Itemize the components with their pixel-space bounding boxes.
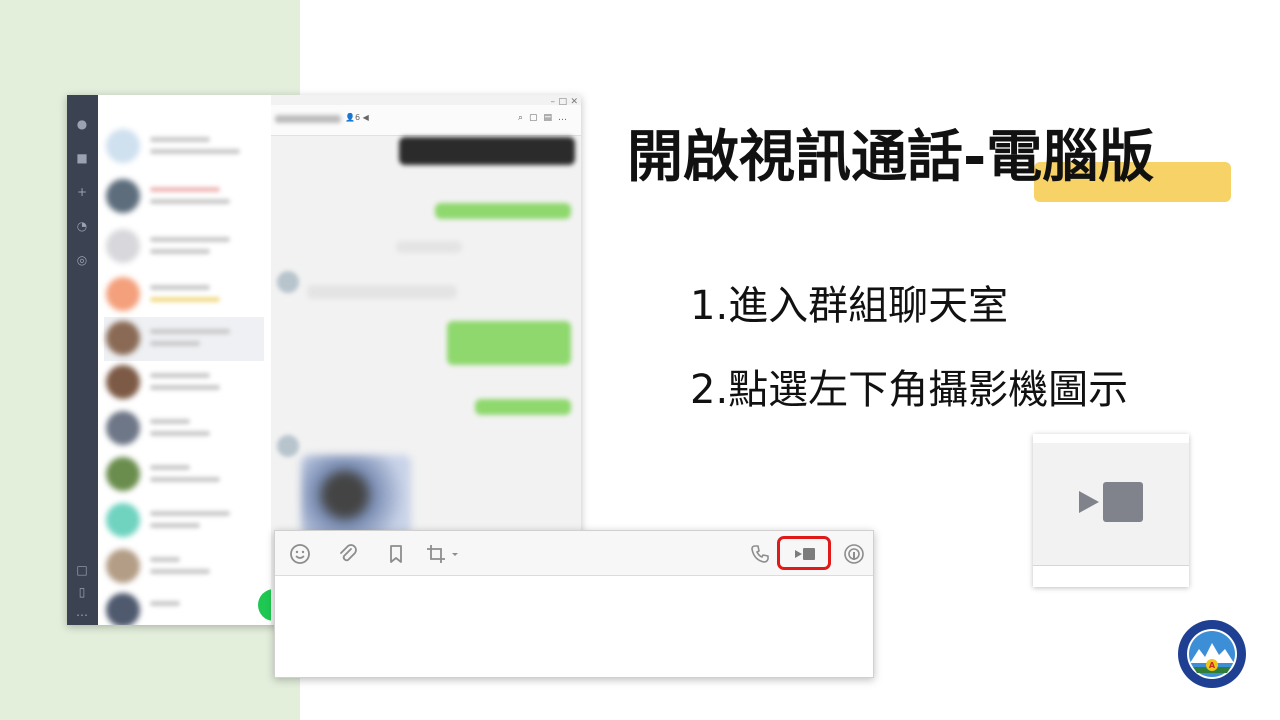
emoji-icon[interactable] <box>289 543 311 565</box>
group-name <box>275 115 341 123</box>
video-icon-zoom <box>1033 434 1189 587</box>
friends-icon[interactable]: ● <box>75 117 89 131</box>
list-item[interactable] <box>104 225 264 269</box>
timeline-icon[interactable]: ◔ <box>75 219 89 233</box>
message-bubble <box>396 241 462 253</box>
title-main: 開啟視訊通話- <box>627 125 987 190</box>
nav-rail: ● ■ + ◔ ◎ □ ▯ … <box>67 95 98 625</box>
header-tools[interactable]: ⌕▢▤… <box>518 113 573 123</box>
message-input-area <box>274 530 874 678</box>
member-count[interactable]: 👤6 ◀ <box>345 113 369 122</box>
list-item[interactable] <box>104 273 264 317</box>
list-item[interactable] <box>104 499 264 543</box>
globe-icon[interactable]: ◎ <box>75 253 89 267</box>
list-item[interactable] <box>104 125 264 169</box>
list-item[interactable] <box>104 453 264 497</box>
slide-title: 開啟視訊通話-電腦版 <box>627 130 1154 186</box>
input-toolbar <box>275 531 873 576</box>
bookmark-icon[interactable] <box>385 543 407 565</box>
chats-icon[interactable]: ■ <box>75 151 89 165</box>
title-highlight-text: 電腦版 <box>986 125 1155 190</box>
list-item[interactable] <box>104 589 264 625</box>
avatar <box>277 271 299 293</box>
list-item[interactable] <box>104 317 264 361</box>
message-bubble <box>447 321 571 365</box>
message-bubble <box>435 203 571 219</box>
list-item[interactable] <box>104 175 264 219</box>
message-bubble <box>399 137 575 165</box>
svg-text:A: A <box>1209 661 1216 670</box>
message-bubble <box>307 285 457 299</box>
list-item[interactable] <box>104 545 264 589</box>
attach-icon[interactable] <box>337 543 359 565</box>
image-message <box>301 455 411 535</box>
crop-icon[interactable] <box>425 543 461 565</box>
step-2: 2.點選左下角攝影機圖示 <box>690 367 1129 413</box>
message-bubble <box>475 399 571 415</box>
avatar <box>277 435 299 457</box>
more-icon[interactable]: … <box>75 605 89 619</box>
livestream-icon[interactable] <box>843 543 865 565</box>
video-call-highlight <box>777 536 831 570</box>
bookmark-rail-icon[interactable]: ▯ <box>75 585 89 599</box>
step-1: 1.進入群組聊天室 <box>690 283 1009 329</box>
add-friend-icon[interactable]: + <box>75 185 89 199</box>
chat-header: 👤6 ◀ ⌕▢▤… <box>271 105 581 136</box>
chat-list <box>98 95 291 625</box>
university-seal-logo: A <box>1178 620 1246 688</box>
video-camera-large-icon <box>1079 482 1143 522</box>
phone-icon[interactable] <box>749 543 771 565</box>
list-item[interactable] <box>104 361 264 405</box>
list-item[interactable] <box>104 407 264 451</box>
keep-icon[interactable]: □ <box>75 563 89 577</box>
